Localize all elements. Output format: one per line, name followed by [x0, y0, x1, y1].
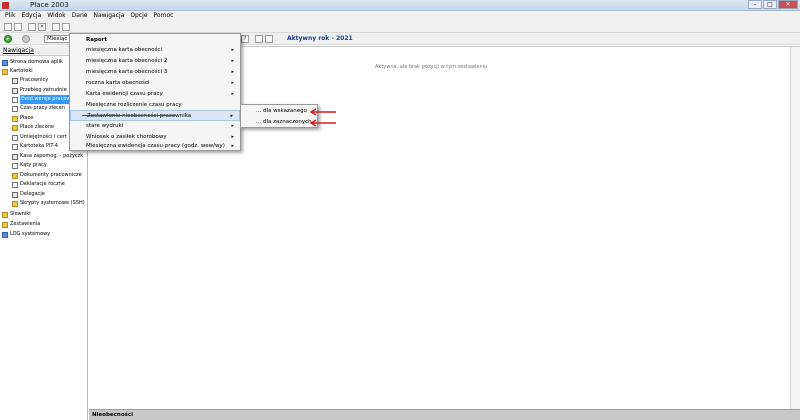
nav-item-place-zlecone[interactable]: Płace zlecone	[12, 123, 54, 132]
folder-icon	[2, 68, 8, 75]
forward-icon[interactable]: ▸	[4, 35, 12, 43]
home-icon	[2, 59, 8, 66]
nav-item-zestawienia[interactable]: Zestawienia	[2, 220, 40, 229]
submenu-arrow-icon: ▸	[231, 123, 234, 129]
nav-item-umiejetnosci[interactable]: Umiejętności i cert	[12, 133, 67, 142]
folder-icon	[12, 200, 18, 207]
submenu-item-zaznaczonych[interactable]: ... dla zaznaczonych	[241, 117, 317, 128]
absence-submenu: ... dla wskazanego ... dla zaznaczonych	[240, 104, 318, 128]
main-toolbar: ✕	[0, 21, 800, 33]
annotation-underline	[82, 115, 176, 116]
tool-icon[interactable]	[255, 35, 263, 43]
menu-item-karta-ewidencji[interactable]: Karta ewidencji czasu pracy ▸	[70, 89, 240, 100]
nav-item-log[interactable]: LOG systemowy	[2, 230, 50, 239]
submenu-arrow-icon: ▸	[231, 58, 234, 64]
maximize-button[interactable]: □	[763, 0, 777, 9]
annotation-arrows-icon	[309, 108, 336, 127]
menu-nawigacja[interactable]: Nawigacja	[90, 11, 127, 21]
nav-item-skrypty[interactable]: Skrypty systemowe (SSH)	[12, 199, 85, 208]
vertical-scrollbar[interactable]	[790, 47, 800, 410]
log-icon	[2, 231, 8, 238]
folder-icon	[2, 221, 8, 228]
submenu-arrow-icon: ▸	[231, 47, 234, 53]
submenu-arrow-icon: ▸	[231, 91, 234, 97]
nav-item-home[interactable]: Strona domowa aplik	[2, 58, 63, 67]
report-menu: Raport miesięczna karta obecności ▸ miesi…	[69, 33, 241, 151]
delete-icon[interactable]: ✕	[38, 23, 46, 31]
doc-icon	[12, 96, 18, 103]
nav-item-ewidencja[interactable]: Ewid.wersje pracow	[12, 95, 72, 104]
menu-item-roczna-karta[interactable]: roczna karta obecności ▸	[70, 78, 240, 89]
folder-icon	[12, 172, 18, 179]
money-icon	[12, 115, 18, 122]
nav-item-kasa[interactable]: Kasa zapomog. - pożyczk	[12, 152, 83, 161]
coins-icon	[12, 153, 18, 160]
menu-item-karta-obecnosci-3[interactable]: miesięczna karta obecności 3 ▸	[70, 67, 240, 78]
active-year-label: Aktywny rok - 2021	[287, 35, 353, 42]
period-combo[interactable]: Miesiąc	[44, 35, 70, 43]
doc-icon	[12, 162, 18, 169]
status-bar: Nieobecności	[89, 409, 800, 420]
tool2-icon[interactable]	[265, 35, 273, 43]
nav-item-kartoteki[interactable]: Kartoteki	[2, 67, 33, 76]
empty-message: Aktywna, ale brak pozycji w tym zestawie…	[375, 64, 488, 70]
app-icon	[2, 2, 9, 9]
submenu-item-wskazanego[interactable]: ... dla wskazanego	[241, 106, 317, 117]
nav-item-przebieg[interactable]: Przebieg zatrudnie	[12, 86, 67, 95]
folder-icon	[2, 211, 8, 218]
doc-icon	[12, 143, 18, 150]
nav-item-pit4[interactable]: Kartoteka PIT-4	[12, 142, 58, 151]
new-document-icon[interactable]	[4, 23, 12, 31]
menu-bar: Plik Edycja Widok Dane Nawigacja Opcje P…	[0, 11, 800, 21]
menu-pomoc[interactable]: Pomoc	[151, 11, 177, 21]
window-controls: – □ ✕	[748, 0, 798, 10]
back-icon[interactable]	[22, 35, 30, 43]
people-icon	[12, 77, 18, 84]
doc-icon	[12, 105, 18, 112]
submenu-arrow-icon: ▸	[231, 69, 234, 75]
menu-item-karta-obecnosci-2[interactable]: miesięczna karta obecności 2 ▸	[70, 56, 240, 67]
menu-item-ewidencja-godz[interactable]: Miesięczna ewidencja czasu pracy (godz. …	[70, 141, 240, 152]
close-button[interactable]: ✕	[778, 0, 798, 9]
edit-icon[interactable]	[28, 23, 36, 31]
submenu-arrow-icon: ▸	[231, 80, 234, 86]
nav-item-katy[interactable]: Kąty pracy	[12, 161, 47, 170]
nav-item-czas-pracy[interactable]: Czas pracy zlecen	[12, 104, 65, 113]
preview-icon[interactable]	[62, 23, 70, 31]
new-copy-icon[interactable]	[14, 23, 22, 31]
title-bar: Płace 2003 – □ ✕	[0, 0, 800, 11]
car-icon	[12, 191, 18, 198]
nav-item-dokumenty[interactable]: Dokumenty pracownicze	[12, 171, 82, 180]
doc-icon	[12, 134, 18, 141]
nav-item-delegacje[interactable]: Delegacje	[12, 190, 45, 199]
menu-item-stare-wydruki[interactable]: stare wydruki ▸	[70, 121, 240, 132]
doc-icon	[12, 181, 18, 188]
nav-item-deklaracje[interactable]: Deklaracje roczne	[12, 180, 65, 189]
menu-widok[interactable]: Widok	[44, 11, 68, 21]
nav-item-place[interactable]: Płace	[12, 114, 33, 123]
submenu-arrow-icon: ▸	[231, 143, 234, 149]
money-icon	[12, 124, 18, 131]
help-icon[interactable]: ?	[241, 35, 249, 43]
minimize-button[interactable]: –	[748, 0, 762, 9]
menu-edycja[interactable]: Edycja	[18, 11, 44, 21]
pen-icon	[12, 87, 18, 94]
nav-item-pracownicy[interactable]: Pracownicy	[12, 76, 48, 85]
menu-plik[interactable]: Plik	[2, 11, 18, 21]
menu-dane[interactable]: Dane	[69, 11, 91, 21]
print-icon[interactable]	[52, 23, 60, 31]
menu-item-karta-obecnosci[interactable]: miesięczna karta obecności ▸	[70, 45, 240, 56]
window-title: Płace 2003	[30, 1, 69, 9]
nav-item-slowniki[interactable]: Słowniki	[2, 210, 31, 219]
menu-opcje[interactable]: Opcje	[127, 11, 150, 21]
